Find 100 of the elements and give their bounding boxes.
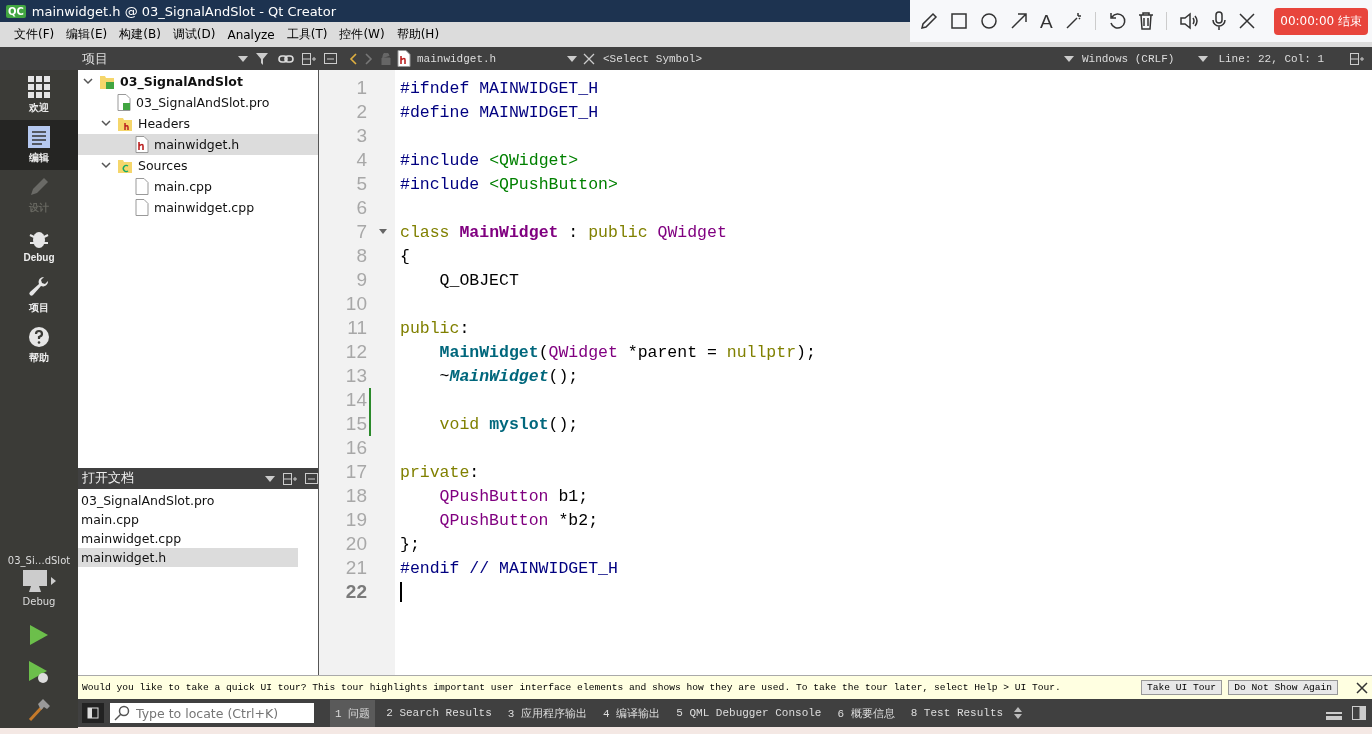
mode-button[interactable]: 编辑 — [0, 120, 78, 170]
mode-button[interactable]: 欢迎 — [0, 70, 78, 120]
split-icon[interactable] — [1350, 52, 1364, 65]
line-number: 16 — [345, 437, 367, 459]
dropdown-arrow-icon[interactable] — [1198, 55, 1209, 62]
file-icon — [135, 199, 149, 216]
tree-item[interactable]: 03_SignalAndSlot.pro — [78, 92, 318, 113]
mode-button[interactable]: 项目 — [0, 270, 78, 320]
code-line: #include <QPushButton> — [400, 174, 618, 194]
tree-item[interactable]: Sources — [78, 155, 318, 176]
tour-button[interactable]: Do Not Show Again — [1228, 680, 1338, 695]
trash-icon[interactable] — [1137, 12, 1154, 30]
line-number: 22 — [345, 581, 367, 603]
close-panel-icon[interactable] — [324, 53, 337, 64]
output-tab[interactable]: 5 QML Debugger Console — [671, 701, 827, 725]
text-tool[interactable]: A — [1040, 11, 1053, 31]
code-line: #include <QWidget> — [400, 150, 579, 170]
code-line: ~MainWidget(); — [438, 366, 579, 386]
output-tab[interactable]: 8 Test Results — [905, 701, 1009, 725]
panel-title: 打开文档 — [82, 470, 134, 487]
text-cursor — [400, 582, 402, 602]
close-icon[interactable] — [1356, 681, 1368, 694]
menu-item[interactable]: 文件(F) — [8, 24, 61, 45]
updown-arrow-icon[interactable] — [1014, 707, 1023, 719]
line-ending-selector[interactable]: Windows (CRLF) — [1073, 52, 1199, 65]
hammer-icon[interactable] — [27, 698, 51, 722]
side-panel-icon[interactable] — [1352, 706, 1366, 720]
menu-item[interactable]: 调试(D) — [166, 24, 222, 45]
document-item[interactable]: mainwidget.cpp — [78, 529, 298, 548]
rectangle-icon[interactable] — [950, 12, 968, 30]
undo-icon[interactable] — [1107, 12, 1126, 30]
document-item[interactable]: mainwidget.h — [78, 548, 298, 567]
expanded-caret-icon[interactable] — [83, 78, 93, 85]
menu-item[interactable]: 编辑(E) — [60, 24, 114, 45]
tree-item[interactable]: mainwidget.h — [78, 134, 318, 155]
dropdown-arrow-icon[interactable] — [265, 475, 275, 482]
grid-icon — [28, 75, 50, 98]
tree-item[interactable]: main.cpp — [78, 176, 318, 197]
close-panel-icon[interactable] — [305, 473, 318, 484]
line-number: 20 — [345, 533, 367, 555]
output-tab[interactable]: 1 问题 — [330, 699, 376, 727]
run-icon[interactable] — [29, 624, 49, 646]
sidebar-toggle-icon[interactable] — [82, 703, 104, 723]
output-tab[interactable]: 4 编译输出 — [598, 699, 666, 727]
panel-title: 项目 — [81, 49, 109, 68]
line-number: 3 — [356, 125, 367, 147]
expand-arrow-icon[interactable] — [51, 577, 56, 585]
pencil-icon[interactable] — [920, 12, 938, 30]
mode-button[interactable]: 帮助 — [0, 320, 78, 370]
menu-item[interactable]: Analyze — [221, 25, 281, 44]
tour-button[interactable]: Take UI Tour — [1141, 680, 1223, 695]
close-icon[interactable] — [1238, 13, 1255, 29]
dropdown-arrow-icon[interactable] — [238, 55, 248, 62]
menu-item[interactable]: 帮助(H) — [390, 24, 446, 45]
link-icon[interactable] — [278, 53, 294, 64]
code-line: MainWidget(QWidget *parent = nullptr); — [438, 342, 816, 362]
speaker-icon[interactable] — [1178, 12, 1199, 30]
circle-icon[interactable] — [980, 12, 998, 30]
cursor-position: Line: 22, Col: 1 — [1217, 52, 1325, 65]
tree-item[interactable]: mainwidget.cpp — [78, 197, 318, 218]
app-logo: QC — [6, 4, 26, 18]
output-tab[interactable]: 6 概要信息 — [832, 699, 900, 727]
tree-item[interactable]: Headers — [78, 113, 318, 134]
split-icon[interactable] — [302, 52, 316, 65]
pencil-icon — [28, 175, 50, 198]
code-line: }; — [400, 534, 420, 554]
document-item[interactable]: main.cpp — [78, 510, 298, 529]
expanded-caret-icon[interactable] — [101, 120, 111, 127]
line-number: 1 — [356, 77, 367, 99]
line-number: 13 — [345, 365, 367, 387]
split-icon[interactable] — [283, 472, 297, 485]
code-line: private: — [400, 462, 480, 482]
microphone-icon[interactable] — [1210, 11, 1227, 31]
wrench-icon — [28, 275, 50, 298]
document-item[interactable]: 03_SignalAndSlot.pro — [78, 491, 298, 510]
expanded-caret-icon[interactable] — [101, 162, 111, 169]
window-title: mainwidget.h @ 03_SignalAndSlot - Qt Creator — [31, 3, 336, 19]
dropdown-arrow-icon[interactable] — [567, 55, 577, 62]
monitor-icon[interactable] — [22, 569, 48, 593]
filter-icon[interactable] — [256, 52, 270, 65]
code-line: QPushButton b1; — [438, 486, 589, 506]
arrow-icon[interactable] — [1010, 12, 1028, 30]
file-selector[interactable]: mainwidget.h — [397, 50, 583, 67]
output-tab[interactable]: 2 Search Results — [381, 701, 497, 725]
symbol-selector[interactable]: <Select Symbol> — [595, 52, 1064, 65]
back-icon[interactable] — [349, 52, 357, 65]
debug-run-icon[interactable] — [28, 660, 50, 684]
tree-item[interactable]: 03_SignalAndSlot — [78, 71, 318, 92]
locator-field[interactable]: Type to locate (Ctrl+K) — [110, 703, 314, 723]
output-tab[interactable]: 3 应用程序输出 — [502, 699, 593, 727]
mode-button[interactable]: Debug — [0, 220, 78, 270]
header-folder-icon — [117, 115, 133, 132]
menu-item[interactable]: 工具(T) — [280, 24, 334, 45]
menu-item[interactable]: 控件(W) — [333, 24, 391, 45]
help-icon — [28, 325, 50, 348]
stop-recording-button[interactable]: 00:00:00 结束 — [1274, 7, 1368, 35]
dropdown-arrow-icon[interactable] — [1063, 55, 1074, 62]
magic-wand-icon[interactable] — [1064, 12, 1083, 30]
fold-icon[interactable] — [379, 229, 387, 234]
menu-item[interactable]: 构建(B) — [113, 24, 167, 45]
